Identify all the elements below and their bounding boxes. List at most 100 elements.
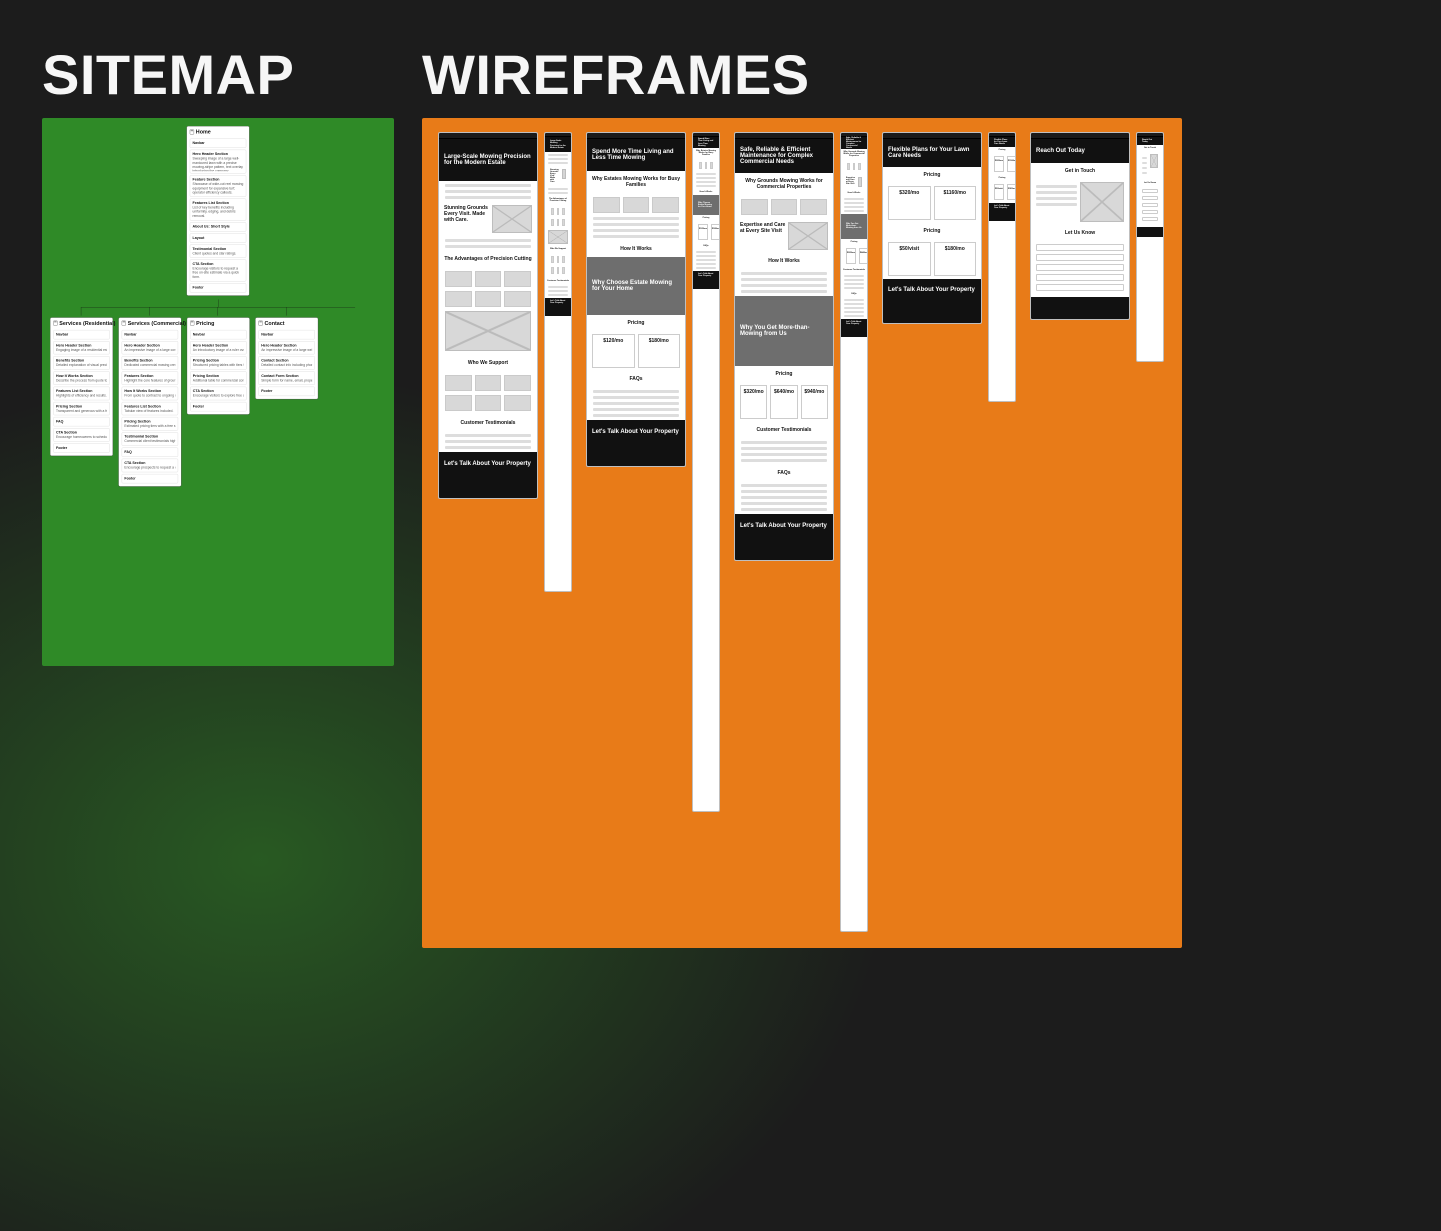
pricing-tier: $640/mo <box>859 248 868 264</box>
sitemap-node-home[interactable]: HomeNavbarHero Header SectionSweeping im… <box>187 126 250 296</box>
wireframe-desktop[interactable]: Reach Out TodayGet in TouchLet Us Know <box>1030 132 1130 320</box>
wf-txtblock <box>841 275 867 289</box>
wireframe-mobile[interactable]: Spend More Time Living and Less Time Mow… <box>692 132 720 812</box>
sitemap-section-card[interactable]: Footer <box>190 402 246 411</box>
sitemap-section-card[interactable]: Pricing SectionStructured pricing tables… <box>190 356 246 369</box>
sitemap-section-card[interactable]: Pricing SectionEstimated pricing tiers w… <box>122 417 178 430</box>
wireframe-desktop[interactable]: Flexible Plans for Your Lawn Care NeedsP… <box>882 132 982 324</box>
sitemap-section-card[interactable]: Features List SectionList of key benefit… <box>190 199 246 221</box>
sitemap-section-card[interactable]: Navbar <box>53 330 109 339</box>
wireframe-desktop[interactable]: Large-Scale Mowing Precision for the Mod… <box>438 132 538 499</box>
sitemap-section-card[interactable]: CTA SectionEncourage visitors to explore… <box>190 387 246 400</box>
wireframe-pair-services-residential-: Spend More Time Living and Less Time Mow… <box>586 132 720 812</box>
sitemap-section-card[interactable]: FAQ <box>122 448 178 457</box>
wf-grid3 <box>587 197 685 213</box>
sitemap-section-card[interactable]: How It Works SectionFrom quote to contra… <box>122 387 178 400</box>
wf-band: Flexible Plans for Your Lawn Care Needs <box>989 137 1015 147</box>
sitemap-section-card[interactable]: Hero Header SectionAn impressive image o… <box>122 341 178 354</box>
page-icon <box>190 321 194 326</box>
form-field <box>1036 284 1124 291</box>
wf-heading: Who We Support <box>439 355 537 371</box>
wf-heading: Customer Testimonials <box>735 422 833 438</box>
wireframe-mobile[interactable]: Safe, Reliable & Efficient Maintenance f… <box>840 132 868 932</box>
sitemap-section-card[interactable]: Footer <box>53 443 109 452</box>
wf-txtblock <box>587 390 685 417</box>
wf-grid3 <box>439 375 537 411</box>
wf-foot <box>545 306 571 316</box>
sitemap-section-card[interactable]: Hero Header SectionAn introductory image… <box>190 341 246 354</box>
wireframe-desktop[interactable]: Spend More Time Living and Less Time Mow… <box>586 132 686 467</box>
sitemap-section-card[interactable]: Testimonial SectionClient quotes and sta… <box>190 244 246 257</box>
sitemap-section-card[interactable]: Features List SectionTabular view of fea… <box>122 402 178 415</box>
wf-band: Let's Talk About Your Property <box>735 514 833 538</box>
sitemap-section-card[interactable]: CTA SectionEncourage visitors to request… <box>190 260 246 282</box>
sitemap-section-card[interactable]: How It Works SectionDescribe the process… <box>53 371 109 384</box>
wf-txtblock <box>587 217 685 238</box>
sitemap-section-card[interactable]: About Us: Short Style <box>190 222 246 231</box>
wireframe-desktop[interactable]: Safe, Reliable & Efficient Maintenance f… <box>734 132 834 561</box>
form-field <box>1036 264 1124 271</box>
sitemap-section-card[interactable]: Hero Header SectionEngaging image of a r… <box>53 341 109 354</box>
sitemap-node-services-residential-[interactable]: Services (Residential) Navbar Hero Header … <box>50 317 113 456</box>
sitemap-section-card[interactable]: Navbar <box>190 330 246 339</box>
pricing-tier: $180/mo <box>711 224 720 240</box>
wf-half-img: Stunning Grounds Every Visit. Made with … <box>545 166 571 186</box>
sitemap-section-card[interactable]: Footer <box>190 283 246 292</box>
sitemap-node-pricing[interactable]: Pricing Navbar Hero Header SectionAn intro… <box>187 317 250 414</box>
page-icon <box>122 321 126 326</box>
wireframe-mobile[interactable]: Reach Out TodayGet in TouchLet Us Know <box>1136 132 1164 362</box>
sitemap-section-card[interactable]: Hero Header SectionSweeping image of a l… <box>190 150 246 174</box>
sitemap-section-card[interactable]: Footer <box>259 387 315 396</box>
pricing-tier: $180/mo <box>638 334 681 368</box>
sitemap-section-card[interactable]: Feature SectionShowcase of wide-cut reel… <box>190 175 246 197</box>
wf-txtblock <box>841 198 867 212</box>
wireframe-mobile[interactable]: Flexible Plans for Your Lawn Care NeedsP… <box>988 132 1016 402</box>
sitemap-section-card[interactable]: Features SectionHighlight the core featu… <box>122 371 178 384</box>
wf-heading: Pricing <box>883 223 981 239</box>
sitemap-section-card[interactable]: Pricing SectionAdditional table for comm… <box>190 371 246 384</box>
sitemap-section-card[interactable]: Navbar <box>190 139 246 148</box>
sitemap-section-card[interactable]: FAQ <box>53 417 109 426</box>
sitemap-section-card[interactable]: Contact SectionDetailed contact info inc… <box>259 356 315 369</box>
wireframe-pair-home: Large-Scale Mowing Precision for the Mod… <box>438 132 572 592</box>
sitemap-section-card[interactable]: Testimonial SectionCommercial client tes… <box>122 432 178 445</box>
wf-heading: The Advantages of Precision Cutting <box>545 196 571 204</box>
sitemap-section-card[interactable]: Benefits SectionDetailed explanation of … <box>53 356 109 369</box>
sitemap-section-card[interactable]: CTA SectionEncourage prospects to reques… <box>122 459 178 472</box>
wireframe-mobile[interactable]: Large-Scale Mowing Precision for the Mod… <box>544 132 572 592</box>
wf-heading: Customer Testimonials <box>439 415 537 431</box>
wf-band: Why Choose Estate Mowing for Your Home <box>693 195 719 215</box>
wf-band: Let's Talk About Your Property <box>545 298 571 306</box>
sitemap-node-services-commercial-[interactable]: Services (Commercial)NavbarHero Header S… <box>118 317 181 486</box>
wf-txtblock <box>439 239 537 248</box>
wf-txtblock <box>735 484 833 511</box>
tree-connector <box>50 299 386 317</box>
wf-foot <box>841 327 867 337</box>
sitemap-section-card[interactable]: CTA SectionEncourage homeowners to sched… <box>53 428 109 441</box>
wf-img <box>548 230 568 244</box>
sitemap-section-card[interactable]: Pricing SectionTransparent and generous … <box>53 402 109 415</box>
wf-pricing3: $320/mo$640/mo$940/mo <box>841 245 867 267</box>
sitemap-section-card[interactable]: Hero Header SectionAn impressive image o… <box>259 341 315 354</box>
wf-half-img: Expertise and Care at Every Site Visit <box>735 219 833 253</box>
sitemap-section-card[interactable]: Benefits SectionDedicated commercial mow… <box>122 356 178 369</box>
wf-heading: Who We Support <box>545 246 571 252</box>
wf-foot <box>883 301 981 323</box>
wf-band: Large-Scale Mowing Precision for the Mod… <box>439 139 537 181</box>
sitemap-section-card[interactable]: Footer <box>122 474 178 483</box>
sitemap-node-contact[interactable]: ContactNavbarHero Header SectionAn impre… <box>255 317 318 399</box>
wf-band: Why You Get More-than-Mowing from Us <box>735 296 833 366</box>
wf-band: Why You Get More-than-Mowing from Us <box>841 214 867 239</box>
wf-pricing2: $120/mo$180/mo <box>693 221 719 243</box>
sitemap-section-card[interactable]: Navbar <box>122 330 178 339</box>
sitemap-section-card[interactable]: Layout <box>190 233 246 242</box>
wf-heading: Get in Touch <box>1031 163 1129 179</box>
page-icon <box>53 321 57 326</box>
sitemap-section-card[interactable]: Contact Form SectionSimple form for name… <box>259 371 315 384</box>
sitemap-section-card[interactable]: Navbar <box>259 330 315 339</box>
sitemap-section-card[interactable]: Features List SectionHighlights of effic… <box>53 387 109 400</box>
wf-grid3 <box>545 208 571 215</box>
sitemap-node-title: Pricing <box>190 320 246 328</box>
sitemap-node-title: Services (Residential) <box>53 320 109 328</box>
form-field <box>1142 210 1158 214</box>
